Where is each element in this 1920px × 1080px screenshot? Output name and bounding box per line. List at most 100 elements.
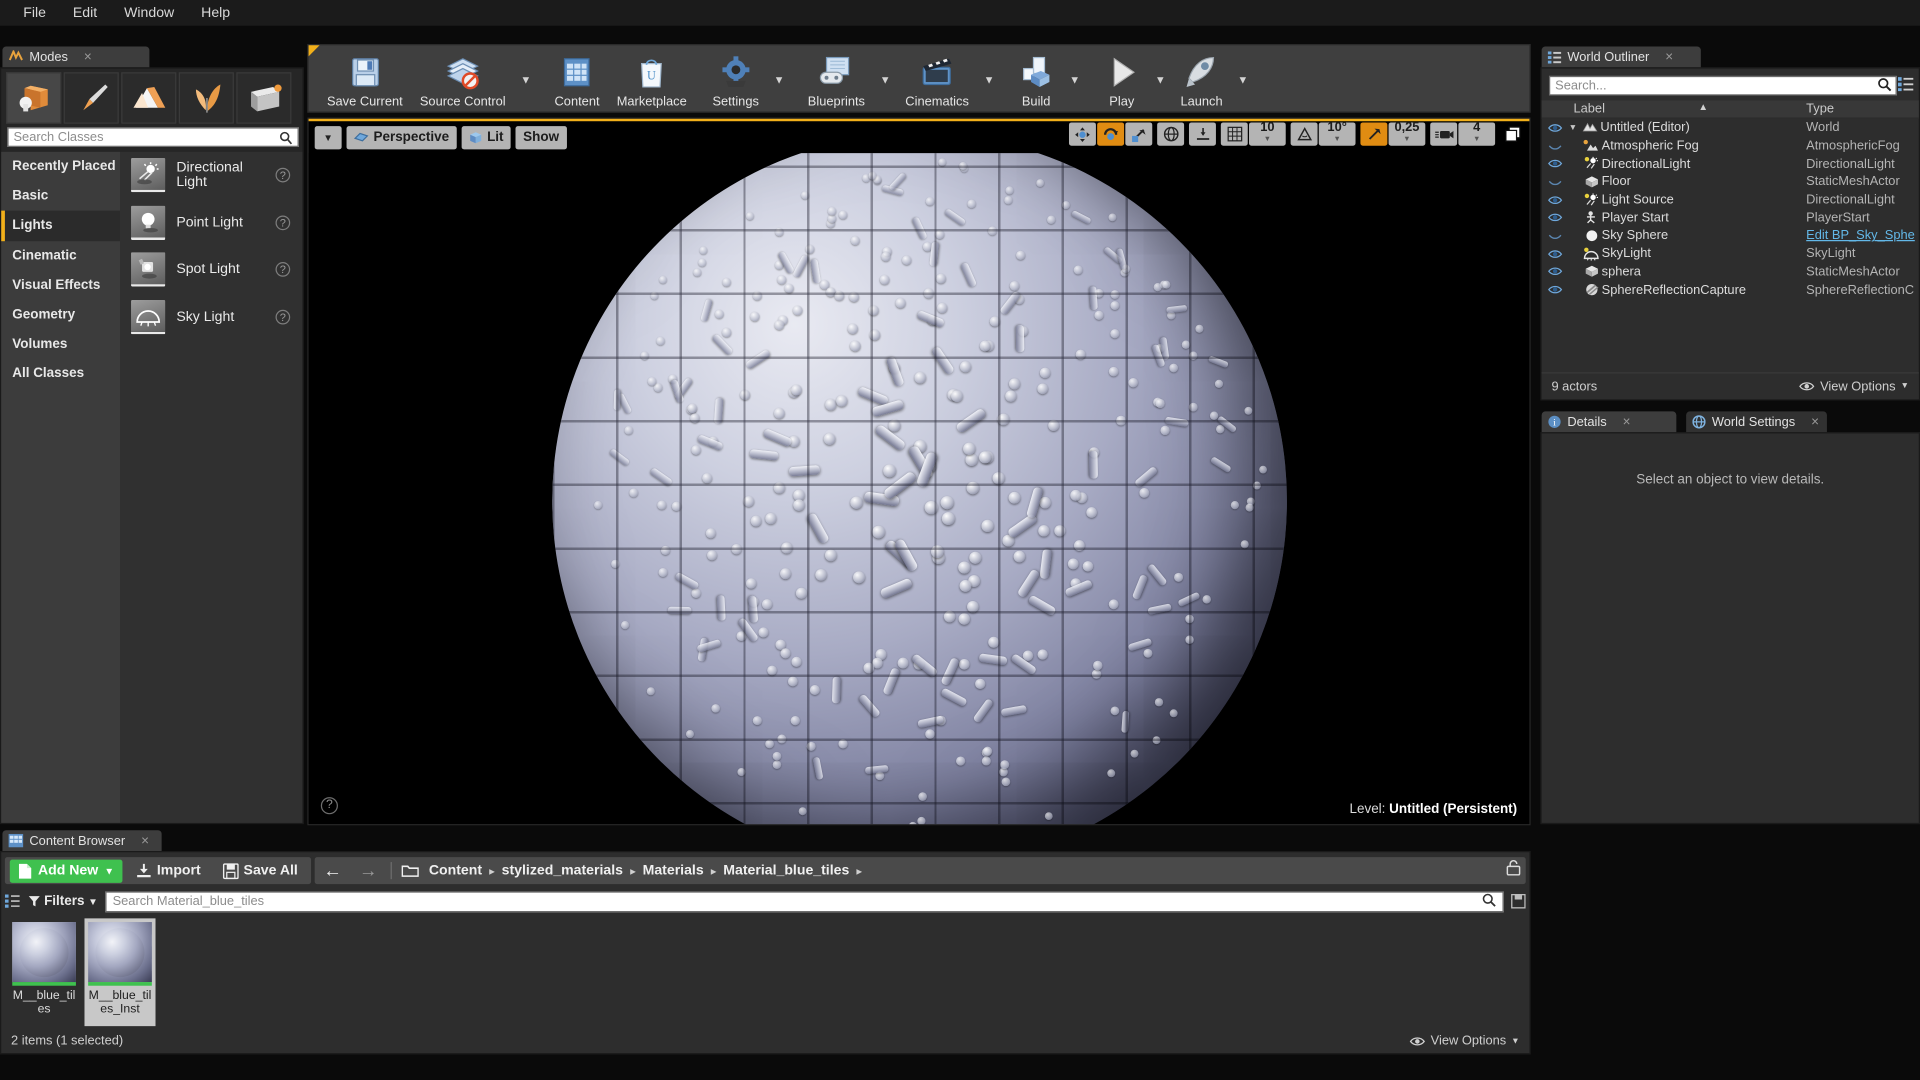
- asset-tile-view[interactable]: M__blue_tiles M__blue_tiles_Inst: [9, 918, 1526, 1027]
- build-button[interactable]: Build: [1009, 45, 1063, 114]
- angle-snap-toggle[interactable]: [1290, 122, 1318, 146]
- import-button[interactable]: Import: [128, 857, 210, 884]
- class-item-directional-light[interactable]: Directional Light ?: [120, 152, 302, 199]
- nav-forward-button[interactable]: →: [355, 860, 381, 881]
- scale-snap-value[interactable]: 0,25 ▼: [1388, 121, 1426, 146]
- category-all-classes[interactable]: All Classes: [1, 359, 120, 389]
- menu-window[interactable]: Window: [111, 3, 188, 23]
- rotate-gizmo-button[interactable]: [1097, 122, 1125, 146]
- launch-dropdown[interactable]: ▼: [1231, 45, 1254, 114]
- breadcrumb-item-content[interactable]: Content: [429, 863, 482, 878]
- asset-tile[interactable]: M__blue_tiles: [9, 918, 80, 1026]
- outliner-row[interactable]: Player Start PlayerStart: [1542, 209, 1919, 227]
- visibility-eye-closed-icon[interactable]: [1542, 230, 1569, 241]
- column-header-type[interactable]: Type: [1806, 102, 1919, 117]
- visibility-eye-open-icon[interactable]: [1542, 194, 1569, 205]
- select-translate-gizmo-button[interactable]: [1068, 122, 1096, 146]
- outliner-row[interactable]: SphereReflectionCapture SphereReflectionC: [1542, 281, 1919, 299]
- menu-edit[interactable]: Edit: [59, 3, 110, 23]
- outliner-row[interactable]: SkyLight SkyLight: [1542, 245, 1919, 263]
- content-browser-view-options-button[interactable]: View Options ▼: [1410, 1033, 1520, 1048]
- menu-file[interactable]: File: [10, 3, 60, 23]
- grid-snap-value[interactable]: 10 ▼: [1248, 121, 1286, 146]
- category-cinematic[interactable]: Cinematic: [1, 241, 120, 271]
- menu-help[interactable]: Help: [188, 3, 244, 23]
- coordinate-system-button[interactable]: [1157, 122, 1185, 146]
- tab-details-close[interactable]: ×: [1623, 414, 1631, 429]
- outliner-view-options-button[interactable]: View Options ▼: [1799, 379, 1909, 394]
- outliner-row[interactable]: DirectionalLight DirectionalLight: [1542, 155, 1919, 173]
- outliner-row[interactable]: ▼ Untitled (Editor) World: [1542, 119, 1919, 137]
- surface-snapping-button[interactable]: [1188, 122, 1216, 146]
- show-flags-menu[interactable]: Show: [515, 125, 567, 149]
- category-basic[interactable]: Basic: [1, 181, 120, 211]
- class-item-point-light[interactable]: Point Light ?: [120, 199, 302, 246]
- cinematics-button[interactable]: Cinematics: [897, 45, 978, 114]
- tab-world-settings-close[interactable]: ×: [1811, 414, 1819, 429]
- lock-content-browser-button[interactable]: [1506, 860, 1521, 882]
- help-icon[interactable]: ?: [275, 262, 291, 278]
- tab-modes-close[interactable]: ×: [84, 50, 92, 65]
- blueprints-button[interactable]: Blueprints: [799, 45, 873, 114]
- search-icon[interactable]: [1877, 77, 1892, 95]
- play-button[interactable]: Play: [1095, 45, 1149, 114]
- category-recently-placed[interactable]: Recently Placed: [1, 152, 120, 182]
- category-lights[interactable]: Lights: [1, 211, 121, 241]
- visibility-eye-open-icon[interactable]: [1542, 122, 1569, 133]
- save-current-button[interactable]: Save Current: [318, 45, 411, 114]
- outliner-row[interactable]: Floor StaticMeshActor: [1542, 173, 1919, 191]
- camera-speed-button[interactable]: [1430, 122, 1458, 146]
- breadcrumb-item-materials[interactable]: Materials: [643, 863, 704, 878]
- settings-dropdown[interactable]: ▼: [767, 45, 790, 114]
- tab-content-browser-close[interactable]: ×: [141, 833, 149, 848]
- visibility-eye-closed-icon[interactable]: [1542, 140, 1569, 151]
- place-mode-button[interactable]: [6, 72, 62, 124]
- outliner-row[interactable]: Light Source DirectionalLight: [1542, 191, 1919, 209]
- visibility-eye-open-icon[interactable]: [1542, 266, 1569, 277]
- breadcrumb-item-material-blue-tiles[interactable]: Material_blue_tiles: [723, 863, 849, 878]
- sources-panel-toggle-icon[interactable]: [4, 894, 21, 909]
- landscape-mode-button[interactable]: [121, 72, 177, 124]
- scale-gizmo-button[interactable]: [1125, 122, 1153, 146]
- category-geometry[interactable]: Geometry: [1, 300, 120, 330]
- asset-tile[interactable]: M__blue_tiles_Inst: [84, 918, 156, 1027]
- tab-world-outliner[interactable]: World Outliner ×: [1541, 46, 1701, 68]
- class-item-sky-light[interactable]: Sky Light ?: [120, 293, 302, 340]
- marketplace-button[interactable]: U Marketplace: [608, 45, 695, 114]
- visibility-eye-open-icon[interactable]: [1542, 212, 1569, 223]
- help-icon[interactable]: ?: [275, 215, 291, 230]
- tab-details[interactable]: i Details ×: [1541, 411, 1677, 433]
- viewport-scene[interactable]: ? Level: Untitled (Persistent): [308, 153, 1530, 825]
- tab-world-settings[interactable]: World Settings ×: [1686, 411, 1827, 433]
- outliner-settings-button[interactable]: [1897, 76, 1914, 98]
- settings-button[interactable]: Settings: [704, 45, 768, 114]
- visibility-eye-open-icon[interactable]: [1542, 284, 1569, 295]
- save-all-button[interactable]: Save All: [214, 857, 306, 884]
- filters-button[interactable]: Filters ▼: [28, 894, 98, 909]
- blueprints-dropdown[interactable]: ▼: [874, 45, 897, 114]
- viewport-help-icon[interactable]: ?: [320, 797, 338, 815]
- add-new-button[interactable]: Add New ▼: [9, 858, 123, 883]
- tab-modes[interactable]: Modes ×: [2, 46, 150, 68]
- scale-snap-toggle[interactable]: [1360, 122, 1388, 146]
- cinematics-dropdown[interactable]: ▼: [977, 45, 1000, 114]
- source-control-button[interactable]: Source Control: [411, 45, 514, 114]
- angle-snap-value[interactable]: 10° ▼: [1318, 121, 1356, 146]
- breadcrumb-item-stylized-materials[interactable]: stylized_materials: [502, 863, 623, 878]
- tab-world-outliner-close[interactable]: ×: [1665, 50, 1673, 65]
- paint-mode-button[interactable]: [63, 72, 119, 124]
- search-classes-input[interactable]: Search Classes: [7, 127, 299, 147]
- outliner-search-input[interactable]: Search...: [1548, 75, 1897, 96]
- view-mode-lit[interactable]: Lit: [461, 125, 511, 149]
- play-dropdown[interactable]: ▼: [1149, 45, 1172, 114]
- tab-content-browser[interactable]: Content Browser ×: [2, 830, 162, 852]
- geometry-edit-mode-button[interactable]: [236, 72, 292, 124]
- viewport-options-menu[interactable]: ▼: [314, 125, 342, 149]
- class-item-spot-light[interactable]: Spot Light ?: [120, 246, 302, 293]
- build-dropdown[interactable]: ▼: [1063, 45, 1086, 114]
- category-volumes[interactable]: Volumes: [1, 330, 120, 360]
- visibility-eye-closed-icon[interactable]: [1542, 176, 1569, 187]
- foliage-mode-button[interactable]: [178, 72, 234, 124]
- maximize-viewport-button[interactable]: [1500, 122, 1524, 145]
- launch-button[interactable]: Launch: [1172, 45, 1231, 114]
